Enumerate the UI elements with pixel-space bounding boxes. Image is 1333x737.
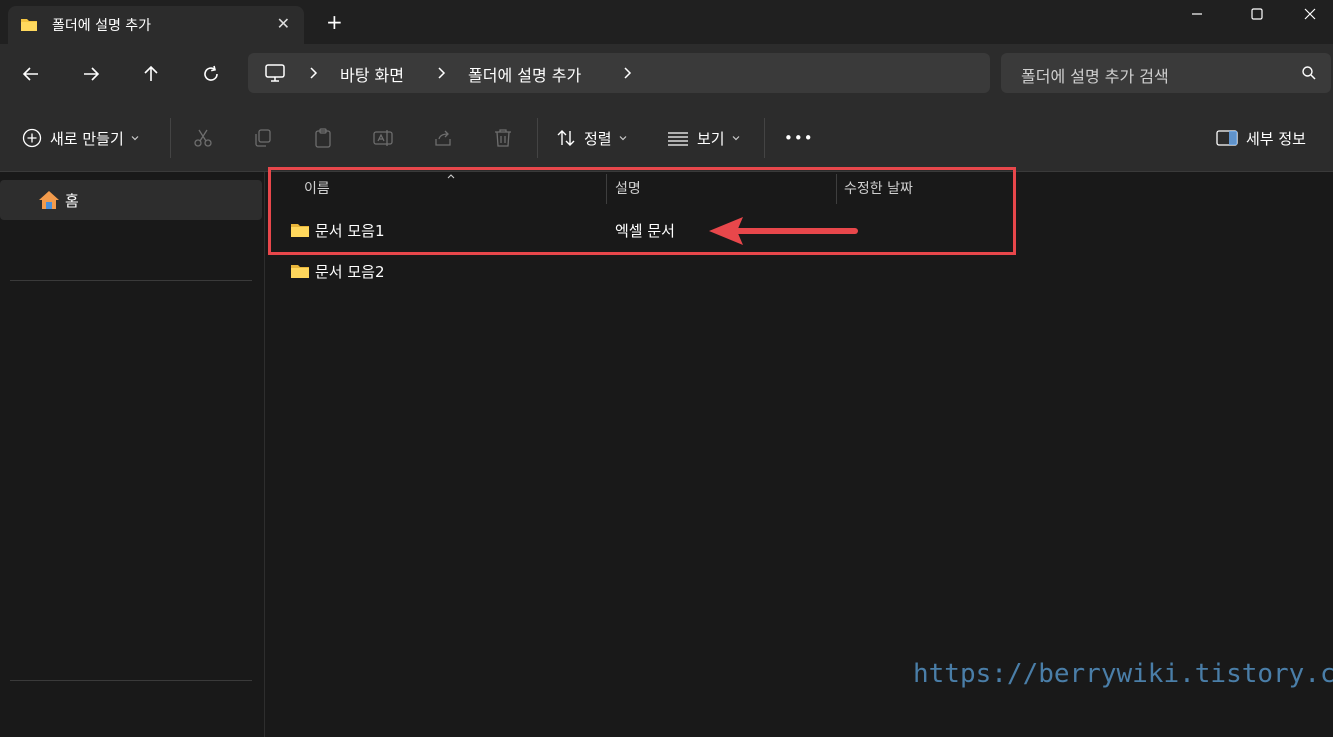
more-options-button[interactable]: •••: [784, 124, 814, 152]
folder-icon: [291, 224, 309, 237]
breadcrumb-current-folder[interactable]: 폴더에 설명 추가: [468, 62, 581, 86]
search-icon: [1302, 66, 1316, 80]
chevron-down-icon: [732, 136, 740, 141]
arrow-up-icon: [144, 65, 158, 81]
copy-icon: [255, 129, 271, 147]
chevron-down-icon: [619, 136, 627, 141]
sidebar-divider: [10, 680, 252, 681]
close-tab-button[interactable]: ✕: [277, 14, 290, 33]
trash-icon: [495, 129, 511, 147]
details-pane-icon: [1216, 130, 1238, 146]
column-header-modified[interactable]: 수정한 날짜: [844, 178, 913, 198]
rename-icon: [373, 130, 393, 146]
navigation-bar: 바탕 화면 폴더에 설명 추가 폴더에 설명 추가 검색: [0, 44, 1333, 104]
tab-title: 폴더에 설명 추가: [52, 18, 152, 34]
details-pane-button[interactable]: 세부 정보: [1216, 124, 1306, 152]
refresh-button[interactable]: [197, 60, 225, 88]
plus-circle-icon: [22, 128, 42, 148]
column-divider[interactable]: [836, 174, 837, 204]
file-name: 문서 모음1: [315, 222, 385, 240]
clipboard-icon: [315, 128, 331, 148]
arrow-right-icon: [84, 67, 100, 81]
window-tab[interactable]: 폴더에 설명 추가 ✕: [8, 6, 304, 44]
folder-icon: [21, 19, 37, 31]
share-button[interactable]: [432, 124, 454, 152]
search-input[interactable]: 폴더에 설명 추가 검색: [1021, 63, 1169, 87]
table-row[interactable]: 문서 모음2: [280, 253, 1000, 289]
list-view-icon: [668, 132, 688, 146]
toolbar-divider: [170, 118, 171, 158]
minimize-icon: [1192, 13, 1202, 15]
new-button[interactable]: 새로 만들기: [22, 124, 140, 152]
copy-button[interactable]: [252, 124, 274, 152]
details-pane-label: 세부 정보: [1246, 129, 1306, 148]
navigation-pane: 홈: [0, 172, 265, 737]
arrow-left-icon: [22, 67, 38, 81]
paste-button[interactable]: [312, 124, 334, 152]
forward-button[interactable]: [77, 60, 105, 88]
new-button-label: 새로 만들기: [50, 129, 124, 148]
view-button-label: 보기: [697, 129, 725, 148]
close-window-button[interactable]: [1287, 0, 1333, 28]
chevron-right-icon[interactable]: [622, 63, 634, 83]
watermark-text: https://berrywiki.tistory.com: [913, 659, 1333, 689]
column-divider[interactable]: [606, 174, 607, 204]
cut-button[interactable]: [192, 124, 214, 152]
file-description: 엑셀 문서: [615, 222, 675, 240]
chevron-right-icon[interactable]: [436, 63, 448, 83]
annotation-arrow-icon: [709, 217, 858, 245]
toolbar-divider: [537, 118, 538, 158]
sidebar-item-label: 홈: [65, 192, 79, 210]
column-header-description[interactable]: 설명: [615, 178, 641, 198]
maximize-button[interactable]: [1234, 0, 1280, 28]
new-tab-button[interactable]: +: [326, 12, 343, 32]
maximize-icon: [1251, 8, 1263, 20]
file-list: 이름 설명 수정한 날짜 문서 모음1 엑셀 문서 문서 모음2: [266, 172, 1333, 737]
scissors-icon: [194, 129, 212, 147]
title-bar: 폴더에 설명 추가 ✕ +: [0, 0, 1333, 44]
sidebar-item-home[interactable]: 홈: [0, 180, 262, 220]
table-row[interactable]: 문서 모음1 엑셀 문서: [280, 212, 1000, 248]
breadcrumb-desktop[interactable]: 바탕 화면: [340, 62, 404, 86]
sort-button[interactable]: 정렬: [556, 124, 628, 152]
file-name: 문서 모음2: [315, 263, 385, 281]
sort-icon: [557, 130, 575, 146]
up-button[interactable]: [137, 60, 165, 88]
search-box[interactable]: 폴더에 설명 추가 검색: [1001, 53, 1331, 93]
sort-button-label: 정렬: [584, 129, 612, 148]
toolbar-divider: [764, 118, 765, 158]
sort-ascending-icon: [447, 174, 455, 179]
monitor-icon: [265, 64, 285, 82]
rename-button[interactable]: [372, 124, 394, 152]
folder-icon: [291, 265, 309, 278]
back-button[interactable]: [17, 60, 45, 88]
view-button[interactable]: 보기: [667, 124, 741, 152]
chevron-down-icon: [131, 136, 139, 141]
refresh-icon: [204, 65, 218, 81]
sidebar-divider: [10, 280, 252, 281]
delete-button[interactable]: [492, 124, 514, 152]
home-icon: [39, 191, 59, 209]
close-icon: [1304, 8, 1316, 20]
more-icon: •••: [784, 129, 814, 147]
minimize-button[interactable]: [1174, 0, 1220, 28]
share-icon: [435, 130, 451, 146]
address-bar[interactable]: 바탕 화면 폴더에 설명 추가: [248, 53, 990, 93]
command-bar: 새로 만들기 정렬 보기 ••• 세부 정보: [0, 104, 1333, 172]
chevron-right-icon[interactable]: [308, 63, 320, 83]
column-header-name[interactable]: 이름: [304, 178, 330, 198]
